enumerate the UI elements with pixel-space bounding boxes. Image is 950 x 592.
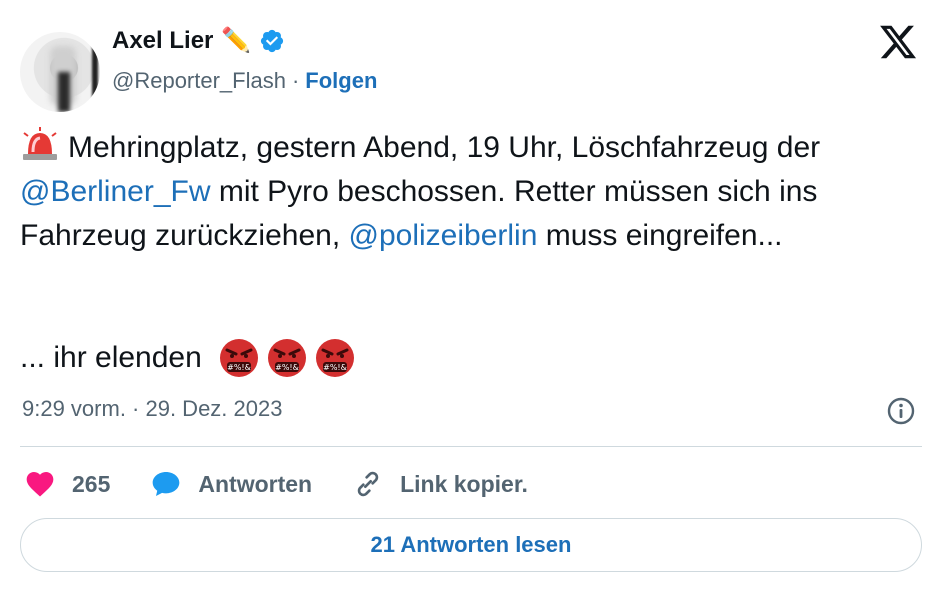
mention-berliner-fw[interactable]: @Berliner_Fw bbox=[20, 175, 211, 208]
tweet-text-part-1: Mehringplatz, gestern Abend, 19 Uhr, Lös… bbox=[68, 131, 821, 164]
tweet-actions: 265 Antworten Link kopier. bbox=[24, 466, 568, 502]
tweet-timestamp[interactable]: 9:29 vorm. · 29. Dez. 2023 bbox=[22, 396, 282, 422]
copy-link-button[interactable]: Link kopier. bbox=[352, 468, 528, 500]
avatar[interactable] bbox=[20, 32, 100, 112]
verified-badge-icon bbox=[261, 29, 284, 53]
author-name[interactable]: Axel Lier bbox=[112, 27, 213, 55]
tweet-text-part-3: muss eingreifen... bbox=[537, 219, 783, 252]
info-icon[interactable] bbox=[886, 396, 916, 426]
read-replies-button[interactable]: 21 Antworten lesen bbox=[20, 518, 922, 572]
police-siren-icon bbox=[23, 127, 57, 160]
tweet-text-part-4: ... ihr elenden bbox=[20, 341, 202, 374]
tweet-text-line-2: ... ihr elenden #%!& #%!& #%!& bbox=[20, 336, 356, 380]
angry-face-with-symbols-icon: #%!& bbox=[267, 339, 306, 377]
svg-text:#%!&: #%!& bbox=[275, 363, 299, 372]
svg-text:#%!&: #%!& bbox=[227, 363, 251, 372]
x-logo-icon[interactable] bbox=[878, 22, 918, 62]
tweet-header: Axel Lier ✏️ @Reporter_Flash · Folgen bbox=[20, 22, 930, 112]
svg-text:#%!&: #%!& bbox=[323, 363, 347, 372]
speech-bubble-icon bbox=[153, 472, 180, 496]
link-icon bbox=[357, 471, 379, 497]
mention-polizeiberlin[interactable]: @polizeiberlin bbox=[349, 219, 538, 252]
handle-row: @Reporter_Flash · Folgen bbox=[112, 68, 377, 94]
reply-label: Antworten bbox=[198, 470, 313, 497]
pencil-icon: ✏️ bbox=[221, 27, 252, 54]
author-name-row: Axel Lier ✏️ bbox=[112, 27, 285, 55]
angry-face-with-symbols-icon: #%!& bbox=[219, 339, 258, 377]
follow-button[interactable]: Folgen bbox=[305, 68, 377, 94]
copy-link-label: Link kopier. bbox=[400, 470, 528, 497]
separator-dot: · bbox=[291, 68, 300, 93]
like-button[interactable]: 265 bbox=[24, 468, 110, 500]
like-count: 265 bbox=[72, 470, 111, 497]
reply-button[interactable]: Antworten bbox=[150, 468, 312, 500]
divider bbox=[20, 446, 922, 447]
heart-icon bbox=[26, 472, 54, 497]
author-handle[interactable]: @Reporter_Flash bbox=[112, 68, 286, 94]
tweet-card: Axel Lier ✏️ @Reporter_Flash · Folgen Me… bbox=[0, 0, 950, 592]
angry-face-with-symbols-icon: #%!& bbox=[315, 339, 354, 377]
tweet-text: Mehringplatz, gestern Abend, 19 Uhr, Lös… bbox=[20, 126, 930, 258]
